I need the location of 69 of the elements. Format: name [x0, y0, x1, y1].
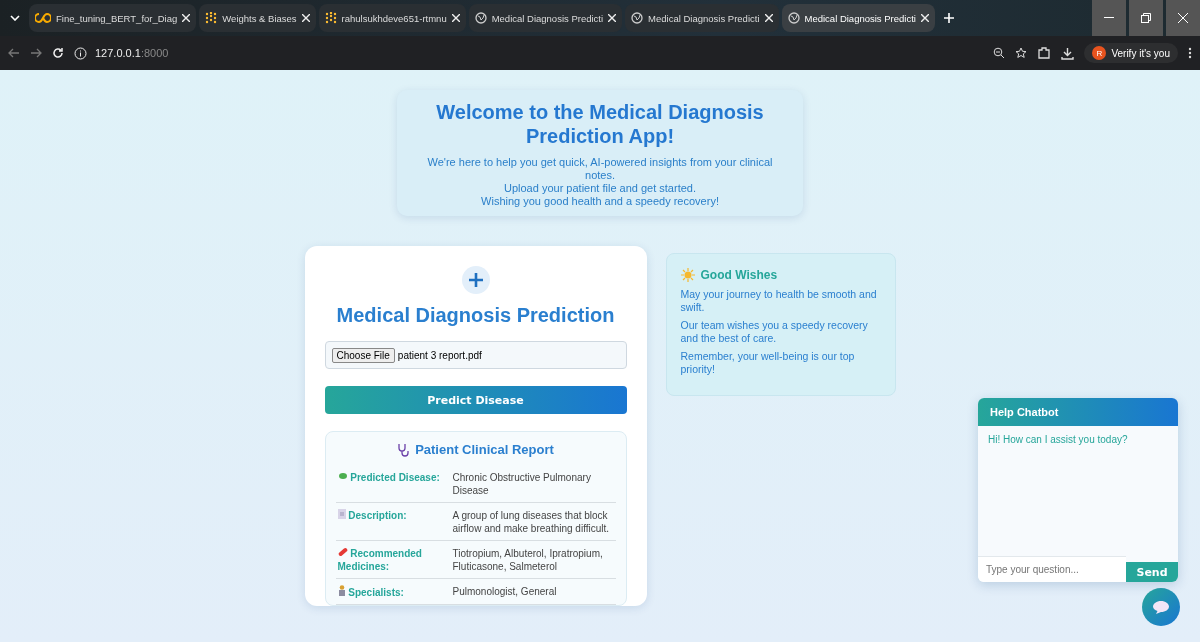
avatar-initial: R	[1092, 46, 1107, 60]
sun-icon	[680, 268, 695, 282]
info-icon[interactable]	[74, 46, 87, 60]
wish-text: Remember, your well-being is our top priority!	[680, 350, 856, 375]
wishes-title: Good Wishes	[700, 268, 778, 282]
plus-icon	[461, 266, 490, 294]
globe-icon	[787, 12, 800, 24]
card-title: Medical Diagnosis Prediction	[336, 304, 615, 327]
report-value: Pulmonologist, General	[452, 585, 558, 599]
browser-tab[interactable]: Medical Diagnosis Predicti	[625, 4, 779, 32]
close-icon[interactable]	[764, 14, 773, 22]
document-icon	[337, 509, 346, 519]
report-label: Recommended Medicines:	[337, 547, 423, 573]
report-value: Tiotropium, Albuterol, Ipratropium, Fluticasone, Salmeterol	[452, 547, 604, 573]
welcome-title: Welcome to the Medical Diagnosis Prediction App!	[435, 100, 765, 148]
report-label: Specialists:	[337, 585, 453, 599]
dots-icon	[205, 12, 218, 24]
wish-text: Our team wishes you a speedy recovery and the best of care.	[680, 319, 869, 344]
zoom-out-icon[interactable]	[993, 47, 1006, 59]
profile-button[interactable]: R Verify it's you	[1084, 43, 1178, 63]
browser-tab[interactable]: Fine_tuning_BERT_for_Diag	[29, 4, 197, 32]
chat-message: Hi! How can I assist you today?	[988, 434, 1129, 445]
welcome-text: Upload your patient file and get started.	[503, 182, 697, 195]
infinity-icon	[35, 13, 51, 23]
dots-icon	[324, 12, 337, 24]
report-value: A group of lung diseases that block airflow and make breathing difficult.	[452, 509, 611, 535]
forward-icon[interactable]	[30, 48, 42, 58]
reload-icon[interactable]	[52, 47, 64, 59]
extensions-icon[interactable]	[1037, 46, 1052, 60]
close-icon[interactable]	[182, 14, 191, 22]
close-icon[interactable]	[608, 14, 617, 22]
report-value: Chronic Obstructive Pulmonary Disease	[452, 471, 592, 497]
welcome-text: We're here to help you get quick, AI-powered insights from your clinical notes.	[426, 156, 774, 182]
close-icon[interactable]	[451, 14, 460, 22]
browser-tab[interactable]: Medical Diagnosis Predicti	[468, 4, 623, 32]
restore-button[interactable]	[1129, 0, 1163, 36]
minimize-icon	[1104, 17, 1114, 19]
file-input[interactable]: Choose File patient 3 report.pdf	[324, 341, 627, 369]
browser-tab[interactable]: rahulsukhdeve651-rtmnu	[318, 4, 466, 32]
report-label: Description:	[337, 509, 453, 535]
choose-file-button[interactable]: Choose File	[331, 347, 395, 363]
plus-icon	[943, 13, 954, 23]
globe-icon	[631, 12, 644, 24]
welcome-text: Wishing you good health and a speedy recovery!	[480, 195, 720, 208]
close-icon[interactable]	[920, 14, 929, 22]
browser-tab[interactable]: Medical Diagnosis Predicti	[781, 4, 935, 32]
download-icon[interactable]	[1061, 46, 1075, 60]
close-icon	[1178, 13, 1188, 23]
menu-icon[interactable]	[1188, 47, 1192, 59]
pill-icon	[337, 547, 348, 557]
file-name: patient 3 report.pdf	[397, 349, 482, 361]
browser-tab[interactable]: Weights & Biases	[199, 4, 316, 32]
restore-icon	[1141, 13, 1151, 23]
chevron-down-icon	[10, 15, 20, 21]
report-label: Predicted Disease:	[337, 471, 453, 497]
question-field[interactable]: Type your question...	[978, 556, 1126, 582]
globe-icon	[474, 12, 487, 24]
star-icon[interactable]	[1015, 47, 1028, 59]
back-icon[interactable]	[8, 48, 20, 58]
germ-icon	[337, 471, 348, 481]
speech-bubble-icon	[1152, 599, 1170, 615]
address-field[interactable]: 127.0.0.1:8000	[95, 47, 169, 59]
report-title: Patient Clinical Report	[415, 442, 554, 457]
chatbot-header: Help Chatbot	[978, 398, 1178, 426]
wish-text: May your journey to health be smooth and swift.	[680, 288, 878, 313]
predict-button[interactable]: Predict Disease	[324, 386, 627, 414]
stethoscope-icon	[397, 442, 412, 457]
person-icon	[337, 585, 346, 596]
close-icon[interactable]	[301, 14, 310, 22]
